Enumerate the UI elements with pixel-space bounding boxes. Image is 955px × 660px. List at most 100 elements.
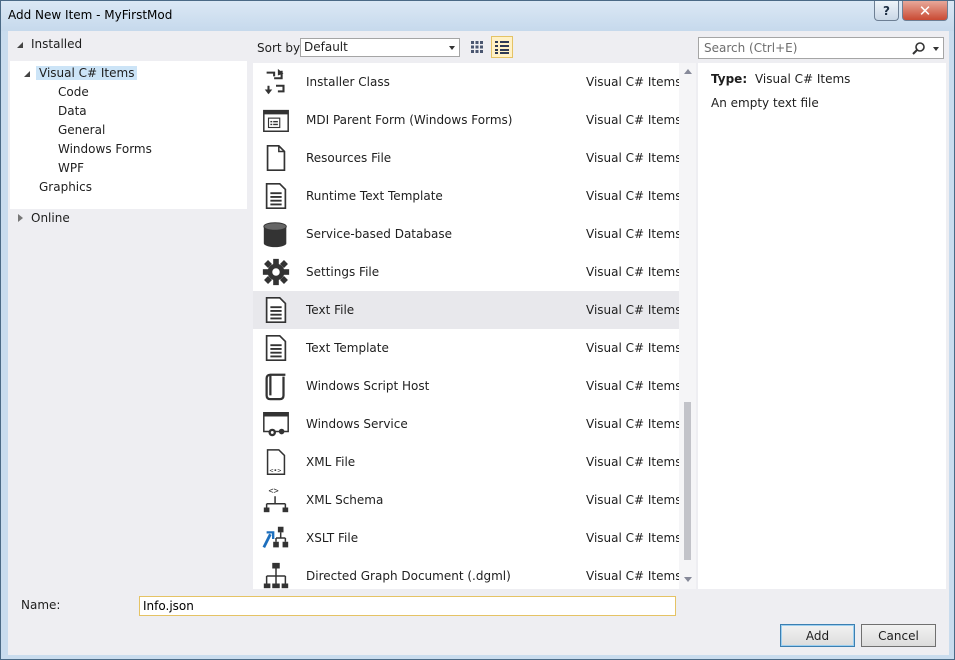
database-icon bbox=[263, 222, 287, 248]
item-name: MDI Parent Form (Windows Forms) bbox=[306, 113, 513, 127]
item-category: Visual C# Items bbox=[586, 379, 679, 393]
xslt-file-icon bbox=[262, 526, 289, 549]
expanded-triangle-icon[interactable] bbox=[17, 42, 23, 48]
scroll-up-icon[interactable] bbox=[684, 69, 692, 74]
search-placeholder: Search (Ctrl+E) bbox=[704, 41, 798, 55]
item-name: Text Template bbox=[306, 341, 389, 355]
sort-by-label: Sort by: bbox=[257, 41, 304, 55]
detail-type-value: Visual C# Items bbox=[754, 72, 851, 86]
expanded-triangle-icon[interactable] bbox=[24, 71, 30, 77]
xml-file-icon: <•> bbox=[266, 449, 286, 475]
item-category: Visual C# Items bbox=[586, 341, 679, 355]
item-detail-pane: Type: Visual C# Items An empty text file bbox=[698, 63, 946, 589]
template-list: Installer Class Visual C# Items MDI Parent… bbox=[253, 63, 679, 589]
item-category: Visual C# Items bbox=[586, 265, 679, 279]
item-name: Text File bbox=[306, 303, 355, 317]
list-item[interactable]: <> XML Schema Visual C# Items bbox=[253, 481, 679, 519]
chevron-down-icon[interactable] bbox=[933, 47, 939, 51]
sort-by-value: Default bbox=[304, 40, 348, 54]
tree-node-visual-csharp-label: Visual C# Items bbox=[36, 66, 138, 80]
item-category: Visual C# Items bbox=[586, 417, 679, 431]
list-item[interactable]: <•> XML File Visual C# Items bbox=[253, 443, 679, 481]
list-item[interactable]: Windows Service Visual C# Items bbox=[253, 405, 679, 443]
tree-node-online-label: Online bbox=[31, 211, 70, 225]
list-item[interactable]: Directed Graph Document (.dgml) Visual C#… bbox=[253, 557, 679, 589]
detail-description: An empty text file bbox=[711, 96, 819, 110]
list-item[interactable]: Installer Class Visual C# Items bbox=[253, 63, 679, 101]
item-category: Visual C# Items bbox=[586, 189, 679, 203]
tree-node-online[interactable]: Online bbox=[17, 209, 70, 228]
name-input[interactable] bbox=[139, 596, 676, 616]
text-file-icon bbox=[265, 296, 287, 324]
installer-class-icon bbox=[264, 68, 285, 95]
item-name: XSLT File bbox=[306, 531, 359, 545]
item-name: XML File bbox=[306, 455, 356, 469]
list-item[interactable]: XSLT File Visual C# Items bbox=[253, 519, 679, 557]
item-name: Settings File bbox=[306, 265, 380, 279]
item-category: Visual C# Items bbox=[586, 455, 679, 469]
name-label: Name: bbox=[21, 598, 61, 612]
detail-type: Type: Visual C# Items bbox=[711, 72, 850, 86]
collapsed-triangle-icon[interactable] bbox=[18, 214, 23, 222]
item-name: Windows Service bbox=[306, 417, 408, 431]
add-new-item-dialog: Add New Item - MyFirstMod ? ✕ Installed … bbox=[0, 0, 955, 660]
tree-box: Visual C# Items Code Data General Window… bbox=[10, 61, 247, 209]
item-category: Visual C# Items bbox=[586, 531, 679, 545]
item-name: XML Schema bbox=[306, 493, 384, 507]
add-button[interactable]: Add bbox=[780, 624, 855, 647]
search-icon[interactable] bbox=[912, 42, 925, 55]
item-name: Runtime Text Template bbox=[306, 189, 443, 203]
tree-node-installed[interactable]: Installed bbox=[17, 35, 82, 54]
tree-node-general[interactable]: General bbox=[58, 121, 105, 140]
item-name: Windows Script Host bbox=[306, 379, 430, 393]
graph-document-icon bbox=[263, 562, 289, 589]
item-category: Visual C# Items bbox=[586, 151, 679, 165]
script-icon bbox=[265, 373, 286, 401]
list-view-icon bbox=[495, 40, 509, 54]
grid-view-icon bbox=[471, 41, 483, 53]
chevron-down-icon bbox=[449, 46, 455, 50]
item-category: Visual C# Items bbox=[586, 75, 679, 89]
tree-node-windows-forms[interactable]: Windows Forms bbox=[58, 140, 152, 159]
sort-by-dropdown[interactable]: Default bbox=[300, 38, 460, 57]
template-tree: Installed Visual C# Items Code Data Gene… bbox=[10, 33, 247, 588]
list-item[interactable]: Resources File Visual C# Items bbox=[253, 139, 679, 177]
item-category: Visual C# Items bbox=[586, 227, 679, 241]
tree-node-data[interactable]: Data bbox=[58, 102, 87, 121]
text-template-icon bbox=[265, 334, 287, 362]
svg-text:<>: <> bbox=[269, 485, 279, 495]
detail-type-label: Type: bbox=[711, 72, 748, 86]
list-item[interactable]: Settings File Visual C# Items bbox=[253, 253, 679, 291]
list-scrollbar[interactable] bbox=[679, 63, 696, 589]
tree-node-visual-csharp[interactable]: Visual C# Items bbox=[24, 64, 138, 83]
list-item[interactable]: Text Template Visual C# Items bbox=[253, 329, 679, 367]
scroll-down-icon[interactable] bbox=[684, 577, 692, 582]
list-item[interactable]: Text File Visual C# Items bbox=[253, 291, 679, 329]
tree-node-code[interactable]: Code bbox=[58, 83, 89, 102]
search-input[interactable]: Search (Ctrl+E) bbox=[698, 37, 944, 59]
mdi-form-icon bbox=[263, 109, 289, 132]
cancel-button[interactable]: Cancel bbox=[861, 624, 936, 647]
small-icons-view-button[interactable] bbox=[466, 36, 488, 58]
item-category: Visual C# Items bbox=[586, 493, 679, 507]
list-item[interactable]: Service-based Database Visual C# Items bbox=[253, 215, 679, 253]
list-item[interactable]: Runtime Text Template Visual C# Items bbox=[253, 177, 679, 215]
windows-service-icon bbox=[263, 412, 289, 437]
tree-node-wpf[interactable]: WPF bbox=[58, 159, 84, 178]
item-category: Visual C# Items bbox=[586, 113, 679, 127]
help-icon: ? bbox=[883, 3, 890, 18]
close-button[interactable]: ✕ bbox=[902, 1, 948, 21]
window-title: Add New Item - MyFirstMod bbox=[8, 8, 173, 22]
text-template-icon bbox=[265, 182, 287, 210]
item-name: Installer Class bbox=[306, 75, 390, 89]
title-bar[interactable]: Add New Item - MyFirstMod ? ✕ bbox=[1, 1, 954, 31]
svg-text:<•>: <•> bbox=[269, 466, 281, 474]
scrollbar-thumb[interactable] bbox=[684, 402, 691, 560]
tree-node-installed-label: Installed bbox=[31, 37, 83, 51]
tree-node-graphics[interactable]: Graphics bbox=[39, 178, 92, 197]
resources-file-icon bbox=[266, 144, 286, 172]
list-item[interactable]: MDI Parent Form (Windows Forms) Visual C#… bbox=[253, 101, 679, 139]
details-view-button[interactable] bbox=[491, 36, 513, 58]
list-item[interactable]: Windows Script Host Visual C# Items bbox=[253, 367, 679, 405]
help-button[interactable]: ? bbox=[874, 1, 899, 21]
